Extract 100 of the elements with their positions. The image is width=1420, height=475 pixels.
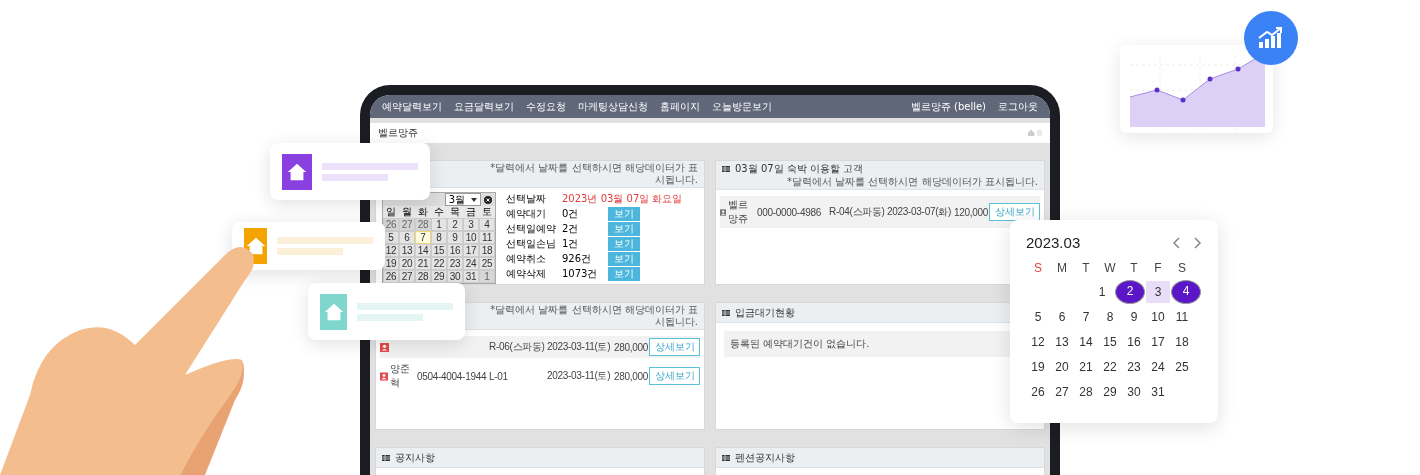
- calendar-day[interactable]: 26: [383, 270, 399, 283]
- stat-label: 예약삭제: [506, 267, 547, 281]
- calendar-day[interactable]: 21: [415, 257, 431, 270]
- weekday-label: F: [1153, 261, 1163, 275]
- calendar-day[interactable]: 22: [1098, 355, 1122, 378]
- person-badge-icon: [380, 342, 389, 352]
- calendar-day[interactable]: 28: [415, 218, 431, 231]
- calendar-day[interactable]: 31: [463, 270, 479, 283]
- panel-title: 03월 07일 숙박 이용할 고객: [735, 162, 864, 176]
- close-icon[interactable]: [484, 195, 492, 204]
- calendar-day[interactable]: 2: [1115, 279, 1145, 304]
- calendar-day[interactable]: 20: [399, 257, 415, 270]
- calendar-day[interactable]: 11: [479, 231, 495, 244]
- room-name: R-04(스파동): [829, 205, 886, 219]
- calendar-day[interactable]: 27: [399, 218, 415, 231]
- calendar-day[interactable]: 15: [1098, 330, 1122, 353]
- weekday-label: S: [1177, 261, 1187, 275]
- calendar-day[interactable]: 11: [1170, 305, 1194, 328]
- nav-link[interactable]: 홈페이지: [660, 99, 700, 114]
- list-icon: [722, 166, 730, 172]
- calendar-day[interactable]: 14: [415, 244, 431, 257]
- calendar-day[interactable]: 10: [1146, 305, 1170, 328]
- calendar-day[interactable]: 20: [1050, 355, 1074, 378]
- calendar-day[interactable]: 13: [1050, 330, 1074, 353]
- calendar-day[interactable]: 28: [1074, 380, 1098, 403]
- stat-label: 선택날짜: [506, 192, 547, 206]
- calendar-day[interactable]: 4: [1171, 279, 1201, 304]
- month-select[interactable]: 3월: [444, 193, 481, 206]
- calendar-day[interactable]: 16: [1122, 330, 1146, 353]
- calendar-day[interactable]: 13: [399, 244, 415, 257]
- phone-number: 0504-4004-1944: [417, 370, 488, 382]
- calendar-day[interactable]: 2: [447, 218, 463, 231]
- calendar-day[interactable]: 12: [1026, 330, 1050, 353]
- calendar-day[interactable]: 10: [463, 231, 479, 244]
- calendar-day[interactable]: 27: [1050, 380, 1074, 403]
- panel-note: *달력에서 날짜를 선택하시면 해당데이터가 표시됩니다.: [489, 162, 698, 186]
- nav-link[interactable]: 요금달력보기: [454, 99, 514, 114]
- calendar-day[interactable]: 6: [1050, 305, 1074, 328]
- calendar-day[interactable]: 4: [479, 218, 495, 231]
- calendar-day[interactable]: 16: [447, 244, 463, 257]
- calendar-day[interactable]: 24: [463, 257, 479, 270]
- calendar-day[interactable]: 3: [1146, 280, 1170, 303]
- calendar-day[interactable]: 25: [479, 257, 495, 270]
- calendar-day[interactable]: 7: [1074, 305, 1098, 328]
- calendar-day[interactable]: 1: [1090, 280, 1114, 303]
- calendar-day[interactable]: 8: [431, 231, 447, 244]
- calendar-day[interactable]: 24: [1146, 355, 1170, 378]
- panel-title: 공지사항: [395, 450, 435, 465]
- calendar-day[interactable]: 15: [431, 244, 447, 257]
- calendar-day[interactable]: 27: [399, 270, 415, 283]
- weekday-label: 월: [401, 206, 413, 218]
- calendar-day[interactable]: 19: [383, 257, 399, 270]
- nav-link[interactable]: 오늘방문보기: [712, 99, 772, 114]
- calendar-day[interactable]: 7: [415, 231, 431, 244]
- stay-date: 2023-03-11(토): [547, 369, 612, 383]
- weekday-label: T: [1081, 261, 1091, 275]
- calendar-day[interactable]: 21: [1074, 355, 1098, 378]
- nav-link[interactable]: 예약달력보기: [382, 99, 442, 114]
- calendar-day[interactable]: 29: [431, 270, 447, 283]
- panel-title: 펜션공지사항: [735, 450, 795, 465]
- calendar-day[interactable]: 28: [415, 270, 431, 283]
- calendar-day[interactable]: 30: [1122, 380, 1146, 403]
- stat-label: 선택일예약: [506, 222, 557, 236]
- calendar-day[interactable]: 25: [1170, 355, 1194, 378]
- nav-link[interactable]: 마케팅상담신청: [578, 99, 648, 114]
- calendar-day[interactable]: 9: [447, 231, 463, 244]
- calendar-day[interactable]: 14: [1074, 330, 1098, 353]
- calendar-day[interactable]: 18: [479, 244, 495, 257]
- user-account[interactable]: 벨르망쥬 (belle): [910, 99, 986, 114]
- calendar-day[interactable]: 23: [1122, 355, 1146, 378]
- chevron-right-icon[interactable]: [1194, 236, 1202, 249]
- calendar-day[interactable]: 30: [447, 270, 463, 283]
- calendar-day[interactable]: 8: [1098, 305, 1122, 328]
- stat-label: 선택일손님: [506, 237, 557, 251]
- calendar-day[interactable]: 1: [479, 270, 495, 283]
- calendar-day[interactable]: 26: [1026, 380, 1050, 403]
- list-icon: [722, 454, 730, 461]
- calendar-day[interactable]: 23: [447, 257, 463, 270]
- calendar-day[interactable]: 1: [431, 218, 447, 231]
- logout-link[interactable]: 로그아웃: [998, 99, 1038, 114]
- calendar-day[interactable]: 19: [1026, 355, 1050, 378]
- nav-link[interactable]: 수정요청: [526, 99, 566, 114]
- weekday-label: M: [1056, 261, 1068, 275]
- calendar-day[interactable]: 17: [463, 244, 479, 257]
- calendar-day[interactable]: 18: [1170, 330, 1194, 353]
- calendar-day[interactable]: 17: [1146, 330, 1170, 353]
- calendar-day[interactable]: 29: [1098, 380, 1122, 403]
- price: 120,000: [954, 206, 988, 218]
- calendar-day[interactable]: 9: [1122, 305, 1146, 328]
- calendar-day[interactable]: 26: [383, 218, 399, 231]
- month-title: 2023.03: [1026, 234, 1081, 251]
- calendar-day[interactable]: 6: [399, 231, 415, 244]
- guest-name: 양준혁: [390, 362, 411, 390]
- weekday-label: S: [1033, 261, 1043, 275]
- calendar-day[interactable]: 31: [1146, 380, 1170, 403]
- calendar-day[interactable]: 22: [431, 257, 447, 270]
- calendar-day[interactable]: 5: [1026, 305, 1050, 328]
- chevron-left-icon[interactable]: [1172, 236, 1180, 249]
- price: 280,000: [614, 341, 648, 353]
- calendar-day[interactable]: 3: [463, 218, 479, 231]
